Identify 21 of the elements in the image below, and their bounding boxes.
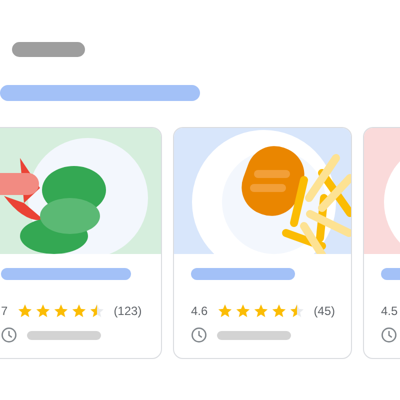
recipe-card[interactable]: 4.5: [363, 127, 400, 359]
review-count: (45): [314, 303, 336, 320]
star-icon: [52, 303, 69, 319]
rating-value: 4.6: [191, 303, 208, 320]
clock-icon: [381, 327, 397, 343]
star-icon: [234, 303, 251, 319]
star-icon: [88, 303, 105, 319]
recipe-card[interactable]: 7 (123): [0, 127, 162, 359]
star-icon: [252, 303, 269, 319]
star-icon: [70, 303, 87, 319]
star-icon: [16, 303, 33, 319]
review-count: (123): [114, 303, 142, 320]
clock-icon: [191, 327, 207, 343]
star-icon: [288, 303, 305, 319]
rating-value: 4.5: [381, 303, 398, 320]
recipe-card[interactable]: 4.6 (45): [173, 127, 352, 359]
clock-icon: [1, 327, 17, 343]
rating-value: 7: [1, 303, 8, 320]
star-icon: [34, 303, 51, 319]
star-icon: [216, 303, 233, 319]
star-icon: [270, 303, 287, 319]
